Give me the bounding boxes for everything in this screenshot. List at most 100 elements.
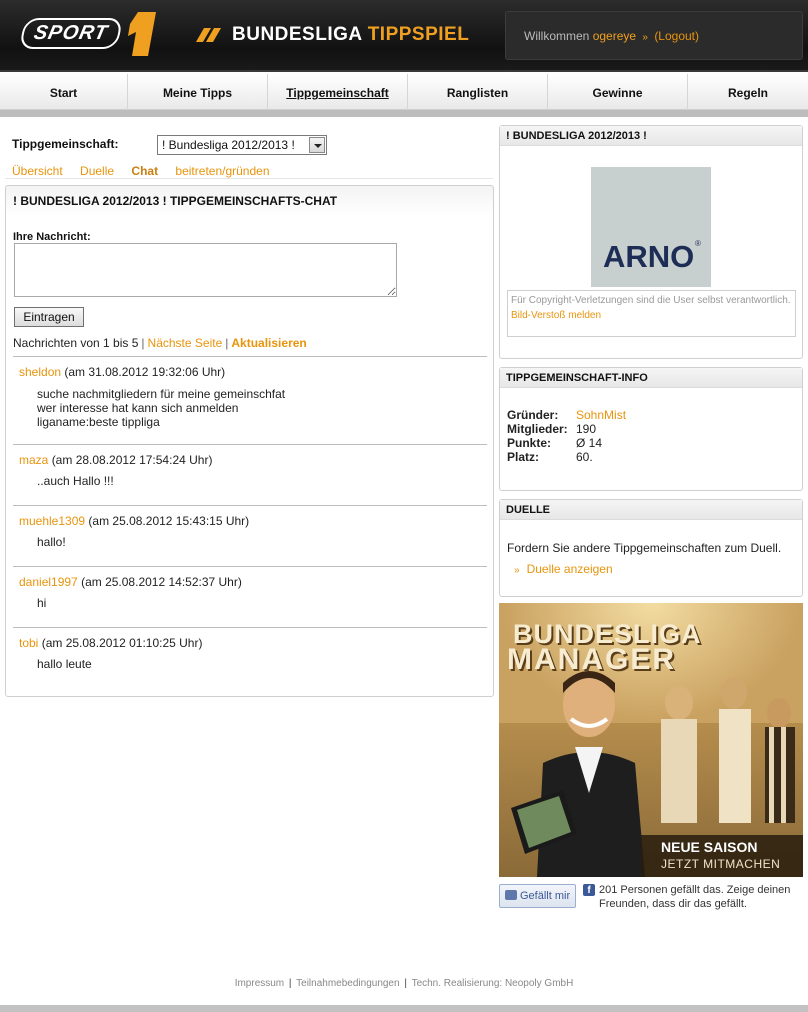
ad-cta-line2: JETZT MITMACHEN [661, 857, 781, 871]
chat-message: muehle1309 (am 25.08.2012 15:43:15 Uhr) … [13, 505, 487, 566]
chat-message-body: hi [37, 596, 46, 610]
facebook-icon: f [583, 884, 595, 896]
message-line: wer interesse hat kann sich anmelden [37, 401, 239, 415]
tech-credit-link[interactable]: Techn. Realisierung: Neopoly GmbH [412, 978, 574, 989]
report-image-link[interactable]: Bild-Verstoß melden [511, 309, 792, 323]
info-value: Ø 14 [576, 436, 603, 450]
duelle-link-row: » Duelle anzeigen [514, 562, 613, 576]
footer-divider [0, 1005, 808, 1012]
bundesliga-manager-ad[interactable]: BUNDESLIGA MANAGER NEUE SAISON JETZT MIT… [499, 603, 803, 877]
facebook-like-text: 201 Personen gefällt das. Zeige deinen F… [599, 884, 791, 910]
message-author-link[interactable]: daniel1997 [19, 575, 78, 589]
ad-players-illustration [661, 677, 795, 823]
brand-title-part1: BUNDESLIGA [232, 24, 362, 45]
message-line: ..auch Hallo !!! [37, 474, 114, 488]
info-key: Mitglieder: [507, 422, 568, 436]
message-author-link[interactable]: sheldon [19, 365, 61, 379]
message-line: hallo leute [37, 657, 92, 671]
brand-title[interactable]: BUNDESLIGA TIPPSPIEL [232, 24, 469, 46]
info-key: Platz: [507, 450, 540, 464]
chat-panel: ! BUNDESLIGA 2012/2013 ! TIPPGEMEINSCHAF… [5, 185, 494, 697]
nav-regeln-label: Regeln [727, 86, 768, 100]
ad-cta-line1: NEUE SAISON [661, 839, 758, 855]
subnav-beitreten[interactable]: beitreten/gründen [175, 164, 269, 178]
thumbs-up-icon [505, 890, 517, 900]
info-value: 60. [576, 450, 593, 464]
subnav-duelle[interactable]: Duelle [80, 164, 114, 178]
chat-message-body: hallo! [37, 535, 66, 549]
chat-message-header: maza (am 28.08.2012 17:54:24 Uhr) [19, 453, 212, 467]
logout-link[interactable]: (Logout) [654, 29, 699, 43]
nav-gewinne-label: Gewinne [592, 86, 643, 100]
nav-divider [0, 110, 808, 117]
chat-message-body: suche nachmitgliedern für meine gemeinsc… [37, 387, 285, 429]
info-row-points: Punkte: Ø 14 [507, 436, 626, 450]
sport1-logo[interactable]: SPORT [14, 12, 156, 56]
double-chevron-right-icon: » [514, 565, 520, 576]
message-timestamp: (am 25.08.2012 15:43:15 Uhr) [88, 514, 250, 528]
message-author-link[interactable]: maza [19, 453, 48, 467]
group-image-mark: ® [695, 239, 701, 248]
chat-message: maza (am 28.08.2012 17:54:24 Uhr) ..auch… [13, 444, 487, 505]
chat-message: daniel1997 (am 25.08.2012 14:52:37 Uhr) … [13, 566, 487, 627]
subnav-uebersicht[interactable]: Übersicht [12, 164, 63, 178]
nav-gewinne[interactable]: Gewinne [548, 74, 688, 110]
info-value: 190 [576, 422, 597, 436]
nav-meine-tipps-label: Meine Tipps [162, 86, 233, 100]
impressum-link[interactable]: Impressum [235, 978, 284, 989]
founder-link[interactable]: SohnMist [576, 408, 626, 422]
community-info-title: TIPPGEMEINSCHAFT-INFO [500, 368, 802, 388]
message-line: suche nachmitgliedern für meine gemeinsc… [37, 387, 286, 401]
submit-message-button[interactable]: Eintragen [14, 307, 84, 327]
nav-start-label: Start [49, 86, 78, 100]
message-label: Ihre Nachricht: [13, 231, 91, 243]
nav-ranglisten[interactable]: Ranglisten [408, 74, 548, 110]
message-line: liganame:beste tippliga [37, 415, 160, 429]
next-page-link[interactable]: Nächste Seite [148, 336, 223, 350]
subnav-chat[interactable]: Chat [131, 164, 158, 178]
username-link[interactable]: ogereye [593, 29, 636, 43]
show-duelle-link[interactable]: Duelle anzeigen [527, 562, 613, 576]
pager-separator: | [141, 336, 145, 350]
site-header: SPORT BUNDESLIGA TIPPSPIEL Willkommen og… [0, 0, 808, 72]
footer-separator: | [404, 978, 407, 989]
nav-regeln[interactable]: Regeln [688, 74, 808, 110]
nav-meine-tipps[interactable]: Meine Tipps [128, 74, 268, 110]
message-timestamp: (am 31.08.2012 19:32:06 Uhr) [64, 365, 226, 379]
duelle-text: Fordern Sie andere Tippgemeinschaften zu… [507, 541, 782, 555]
chevron-down-icon[interactable] [309, 137, 325, 153]
nav-start[interactable]: Start [0, 74, 128, 110]
message-pager: Nachrichten von 1 bis 5 | Nächste Seite | Ak… [13, 336, 307, 350]
chat-title: ! BUNDESLIGA 2012/2013 ! TIPPGEMEINSCHAF… [13, 194, 338, 208]
chat-message-header: sheldon (am 31.08.2012 19:32:06 Uhr) [19, 365, 225, 379]
community-info-table: Gründer: SohnMist Mitglieder: 190 Punkte: Ø… [507, 408, 626, 464]
refresh-link[interactable]: Aktualisieren [231, 336, 306, 350]
terms-link[interactable]: Teilnahmebedingungen [296, 978, 399, 989]
nav-tippgemeinschaft[interactable]: Tippgemeinschaft [268, 74, 408, 110]
chat-message: tobi (am 25.08.2012 01:10:25 Uhr) hallo … [13, 627, 487, 688]
copyright-box: Für Copyright-Verletzungen sind die User… [507, 290, 796, 337]
message-textarea[interactable] [14, 243, 397, 297]
group-image-box-title: ! BUNDESLIGA 2012/2013 ! [500, 126, 802, 146]
ad-tablet-illustration [511, 790, 577, 854]
info-row-founder: Gründer: SohnMist [507, 408, 626, 422]
facebook-like-button[interactable]: Gefällt mir [499, 884, 576, 908]
community-select[interactable]: ! Bundesliga 2012/2013 ! [157, 135, 327, 155]
chat-message-body: hallo leute [37, 657, 92, 671]
message-author-link[interactable]: muehle1309 [19, 514, 85, 528]
message-author-link[interactable]: tobi [19, 636, 38, 650]
info-key: Gründer: [507, 408, 559, 422]
subnav-divider [5, 178, 493, 179]
message-timestamp: (am 25.08.2012 01:10:25 Uhr) [41, 636, 203, 650]
duelle-box-title: DUELLE [500, 500, 802, 520]
chat-message-body: ..auch Hallo !!! [37, 474, 114, 488]
group-image: ARNO ® [591, 167, 711, 287]
welcome-text: Willkommen [524, 29, 590, 43]
community-subnav: Übersicht Duelle Chat beitreten/gründen [12, 164, 284, 178]
sport1-number-logo [128, 12, 156, 56]
chat-message-header: daniel1997 (am 25.08.2012 14:52:37 Uhr) [19, 575, 242, 589]
message-timestamp: (am 28.08.2012 17:54:24 Uhr) [51, 453, 213, 467]
community-label: Tippgemeinschaft: [12, 137, 119, 151]
sport1-logo-word: SPORT [18, 18, 123, 49]
info-row-members: Mitglieder: 190 [507, 422, 626, 436]
